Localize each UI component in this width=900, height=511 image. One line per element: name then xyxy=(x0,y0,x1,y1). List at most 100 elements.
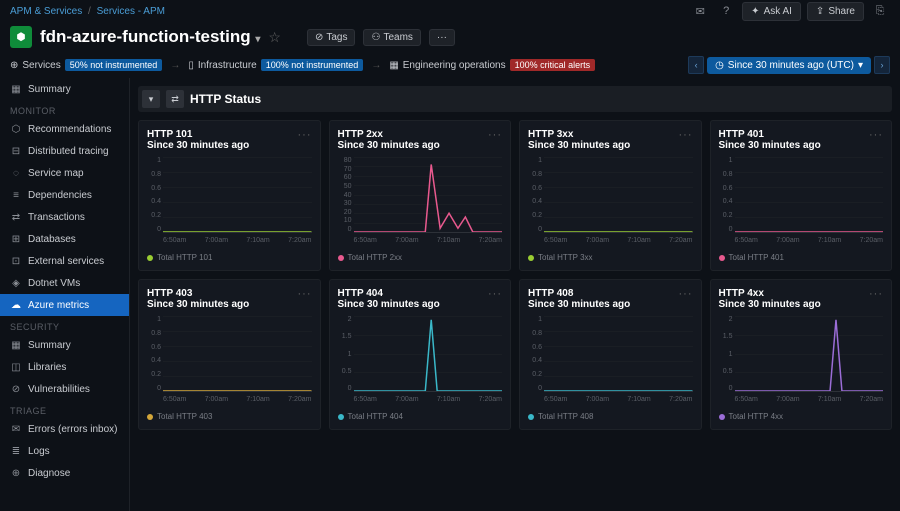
teams-button[interactable]: ⚇Teams xyxy=(363,29,420,46)
y-axis: 10.80.60.40.20 xyxy=(147,316,161,392)
chart-plot[interactable]: 21.510.506:50am7:00am7:10am7:20am xyxy=(719,316,884,408)
sidebar-icon: ⊕ xyxy=(10,467,22,479)
sidebar-icon: ⊡ xyxy=(10,255,22,267)
chart-subtitle: Since 30 minutes ago xyxy=(338,140,489,151)
sidebar-icon: ⊟ xyxy=(10,145,22,157)
chart-subtitle: Since 30 minutes ago xyxy=(528,299,679,310)
sidebar: ▦SummaryMONITOR⬡Recommendations⊟Distribu… xyxy=(0,78,130,511)
sidebar-item-dependencies[interactable]: ≡Dependencies xyxy=(0,184,129,206)
chart-menu-button[interactable]: ··· xyxy=(679,129,693,141)
sidebar-item-databases[interactable]: ⊞Databases xyxy=(0,228,129,250)
sidebar-item-errors-errors-inbox-[interactable]: ✉Errors (errors inbox) xyxy=(0,418,129,440)
eng-ops-link[interactable]: ▦ Engineering operations 100% critical a… xyxy=(389,59,595,71)
chart-menu-button[interactable]: ··· xyxy=(488,288,502,300)
sidebar-item-label: Vulnerabilities xyxy=(28,384,90,395)
tag-icon: ⊘ xyxy=(315,32,323,43)
chart-plot[interactable]: 10.80.60.40.206:50am7:00am7:10am7:20am xyxy=(719,157,884,249)
y-axis: 80706050403020100 xyxy=(338,157,352,233)
chart-plot[interactable]: 10.80.60.40.206:50am7:00am7:10am7:20am xyxy=(147,316,312,408)
chart-menu-button[interactable]: ··· xyxy=(488,129,502,141)
chart-plot[interactable]: 10.80.60.40.206:50am7:00am7:10am7:20am xyxy=(528,316,693,408)
help-icon[interactable]: ? xyxy=(716,1,736,21)
breadcrumb-b[interactable]: Services - APM xyxy=(97,6,165,17)
chart-title: HTTP 101 xyxy=(147,129,298,140)
sidebar-icon: ≡ xyxy=(10,189,22,201)
breadcrumb-a[interactable]: APM & Services xyxy=(10,6,82,17)
chat-icon[interactable]: ✉ xyxy=(690,1,710,21)
sidebar-item-label: Errors (errors inbox) xyxy=(28,424,117,435)
chart-menu-button[interactable]: ··· xyxy=(298,129,312,141)
y-axis: 10.80.60.40.20 xyxy=(528,157,542,233)
services-link[interactable]: ⊕ Services 50% not instrumented xyxy=(10,59,162,71)
x-axis: 6:50am7:00am7:10am7:20am xyxy=(735,396,884,408)
sidebar-item-vulnerabilities[interactable]: ⊘Vulnerabilities xyxy=(0,378,129,400)
time-next-button[interactable]: › xyxy=(874,56,890,74)
y-axis: 10.80.60.40.20 xyxy=(528,316,542,392)
sidebar-item-recommendations[interactable]: ⬡Recommendations xyxy=(0,118,129,140)
infra-link[interactable]: ▯ Infrastructure 100% not instrumented xyxy=(188,59,363,71)
sidebar-item-transactions[interactable]: ⇄Transactions xyxy=(0,206,129,228)
sidebar-item-label: Recommendations xyxy=(28,124,111,135)
x-axis: 6:50am7:00am7:10am7:20am xyxy=(163,237,312,249)
services-badge: 50% not instrumented xyxy=(65,59,163,71)
chart-subtitle: Since 30 minutes ago xyxy=(338,299,489,310)
legend-dot xyxy=(338,414,344,420)
tags-button[interactable]: ⊘Tags xyxy=(307,29,356,46)
section-header: ▾ ⇄ HTTP Status xyxy=(138,86,892,112)
globe-icon: ⊕ xyxy=(10,60,18,71)
sidebar-item-service-map[interactable]: ◌Service map xyxy=(0,162,129,184)
ask-ai-button[interactable]: ✦Ask AI xyxy=(742,2,801,21)
chart-menu-button[interactable]: ··· xyxy=(679,288,693,300)
sidebar-icon: ▦ xyxy=(10,339,22,351)
share-icon: ⇪ xyxy=(816,6,824,17)
sidebar-item-summary[interactable]: ▦Summary xyxy=(0,78,129,100)
sidebar-section: TRIAGE xyxy=(0,400,129,418)
sidebar-item-summary[interactable]: ▦Summary xyxy=(0,334,129,356)
chart-card: HTTP 4xxSince 30 minutes ago···21.510.50… xyxy=(710,279,893,430)
chevron-down-icon: ▾ xyxy=(858,60,863,71)
chart-plot[interactable]: 807060504030201006:50am7:00am7:10am7:20a… xyxy=(338,157,503,249)
chart-legend: Total HTTP 404 xyxy=(338,412,503,421)
chart-title: HTTP 403 xyxy=(147,288,298,299)
sidebar-icon: ▦ xyxy=(10,83,22,95)
x-axis: 6:50am7:00am7:10am7:20am xyxy=(544,237,693,249)
chevron-down-icon: ▾ xyxy=(253,34,261,45)
chart-title: HTTP 401 xyxy=(719,129,870,140)
chart-menu-button[interactable]: ··· xyxy=(869,129,883,141)
chart-menu-button[interactable]: ··· xyxy=(298,288,312,300)
sidebar-item-distributed-tracing[interactable]: ⊟Distributed tracing xyxy=(0,140,129,162)
x-axis: 6:50am7:00am7:10am7:20am xyxy=(735,237,884,249)
link-icon[interactable]: ⎘ xyxy=(870,1,890,21)
chart-plot[interactable]: 21.510.506:50am7:00am7:10am7:20am xyxy=(338,316,503,408)
sidebar-item-azure-metrics[interactable]: ☁Azure metrics xyxy=(0,294,129,316)
sidebar-item-diagnose[interactable]: ⊕Diagnose xyxy=(0,462,129,484)
sidebar-item-logs[interactable]: ≣Logs xyxy=(0,440,129,462)
sidebar-item-label: Logs xyxy=(28,446,50,457)
collapse-button[interactable]: ▾ xyxy=(142,90,160,108)
page-title[interactable]: fdn-azure-function-testing ▾ xyxy=(40,27,260,47)
chart-title: HTTP 404 xyxy=(338,288,489,299)
legend-dot xyxy=(338,255,344,261)
grid-icon: ▦ xyxy=(389,60,398,71)
sidebar-item-external-services[interactable]: ⊡External services xyxy=(0,250,129,272)
share-button[interactable]: ⇪Share xyxy=(807,2,864,21)
sidebar-icon: ◌ xyxy=(10,167,22,179)
chart-subtitle: Since 30 minutes ago xyxy=(719,299,870,310)
sidebar-item-libraries[interactable]: ◫Libraries xyxy=(0,356,129,378)
breadcrumb[interactable]: APM & Services / Services - APM xyxy=(10,6,165,17)
sidebar-item-dotnet-vms[interactable]: ◈Dotnet VMs xyxy=(0,272,129,294)
more-button[interactable]: ··· xyxy=(429,29,455,46)
time-picker[interactable]: ◷ Since 30 minutes ago (UTC) ▾ xyxy=(707,57,871,74)
chart-menu-button[interactable]: ··· xyxy=(869,288,883,300)
time-prev-button[interactable]: ‹ xyxy=(688,56,704,74)
sidebar-item-label: Databases xyxy=(28,234,76,245)
chart-plot[interactable]: 10.80.60.40.206:50am7:00am7:10am7:20am xyxy=(528,157,693,249)
chart-card: HTTP 408Since 30 minutes ago···10.80.60.… xyxy=(519,279,702,430)
chart-legend: Total HTTP 401 xyxy=(719,253,884,262)
chart-plot[interactable]: 10.80.60.40.206:50am7:00am7:10am7:20am xyxy=(147,157,312,249)
compare-icon[interactable]: ⇄ xyxy=(166,90,184,108)
service-hex-icon: ⬢ xyxy=(10,26,32,48)
eng-badge: 100% critical alerts xyxy=(510,59,596,71)
x-axis: 6:50am7:00am7:10am7:20am xyxy=(163,396,312,408)
star-icon[interactable]: ☆ xyxy=(268,29,281,46)
